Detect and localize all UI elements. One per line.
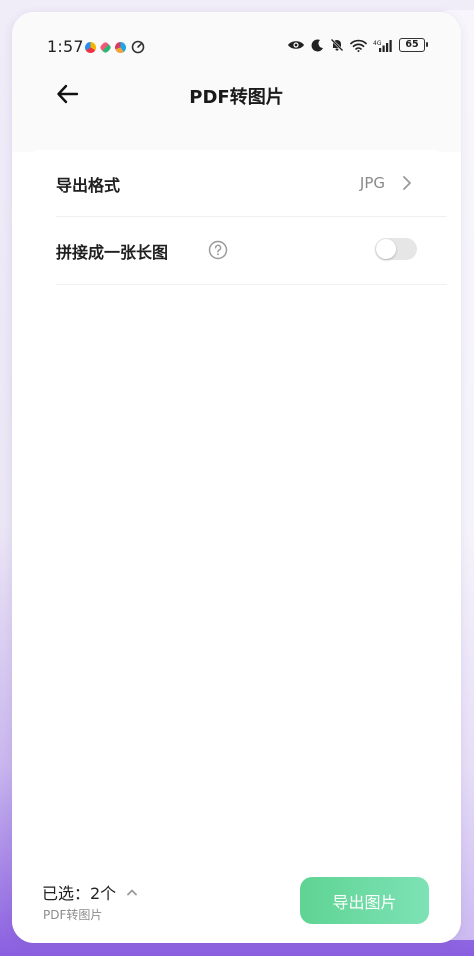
merge-long-image-toggle[interactable] <box>375 238 417 260</box>
export-format-label: 导出格式 <box>56 176 121 195</box>
app-notification-icon <box>115 41 126 53</box>
merge-long-image-label: 拼接成一张长图 <box>56 243 169 262</box>
row-divider <box>56 284 447 285</box>
export-format-row[interactable]: 导出格式 JPG <box>26 150 447 216</box>
export-format-value: JPG <box>359 174 385 192</box>
toggle-knob <box>376 239 396 259</box>
chevron-up-icon <box>127 889 138 896</box>
selected-count-text: 已选：2个 <box>42 884 117 903</box>
selected-subtitle: PDF转图片 <box>43 908 103 922</box>
bottom-bar: 已选：2个 PDF转图片 导出图片 <box>12 858 461 943</box>
cellular-signal-icon: 4G <box>373 39 392 52</box>
app-notification-icon <box>85 41 96 53</box>
header: PDF转图片 <box>12 72 461 116</box>
app-notification-icon <box>99 40 112 54</box>
app-window: 1:57 4G 65 PDF转图片 导出格式 JPG 拼接成一张长图 已选：2个… <box>12 12 461 943</box>
settings-card: 导出格式 JPG 拼接成一张长图 <box>26 150 447 288</box>
page-title: PDF转图片 <box>189 87 284 108</box>
export-images-button[interactable]: 导出图片 <box>300 877 429 924</box>
eye-icon <box>288 41 304 49</box>
merge-long-image-row: 拼接成一张长图 <box>26 217 447 283</box>
svg-text:4G: 4G <box>373 40 382 47</box>
battery-icon: 65 <box>399 38 428 52</box>
moon-icon <box>311 38 323 51</box>
status-bar: 1:57 4G 65 <box>12 34 461 60</box>
selected-count-toggle[interactable]: 已选：2个 <box>42 880 138 904</box>
bell-off-icon <box>330 38 344 52</box>
chevron-right-icon <box>403 176 411 190</box>
help-icon[interactable] <box>208 240 228 260</box>
status-time: 1:57 <box>47 37 84 56</box>
status-notification-icons <box>85 40 145 54</box>
status-system-icons: 4G 65 <box>287 38 428 52</box>
speedometer-icon <box>131 40 145 54</box>
wifi-icon <box>350 39 367 52</box>
